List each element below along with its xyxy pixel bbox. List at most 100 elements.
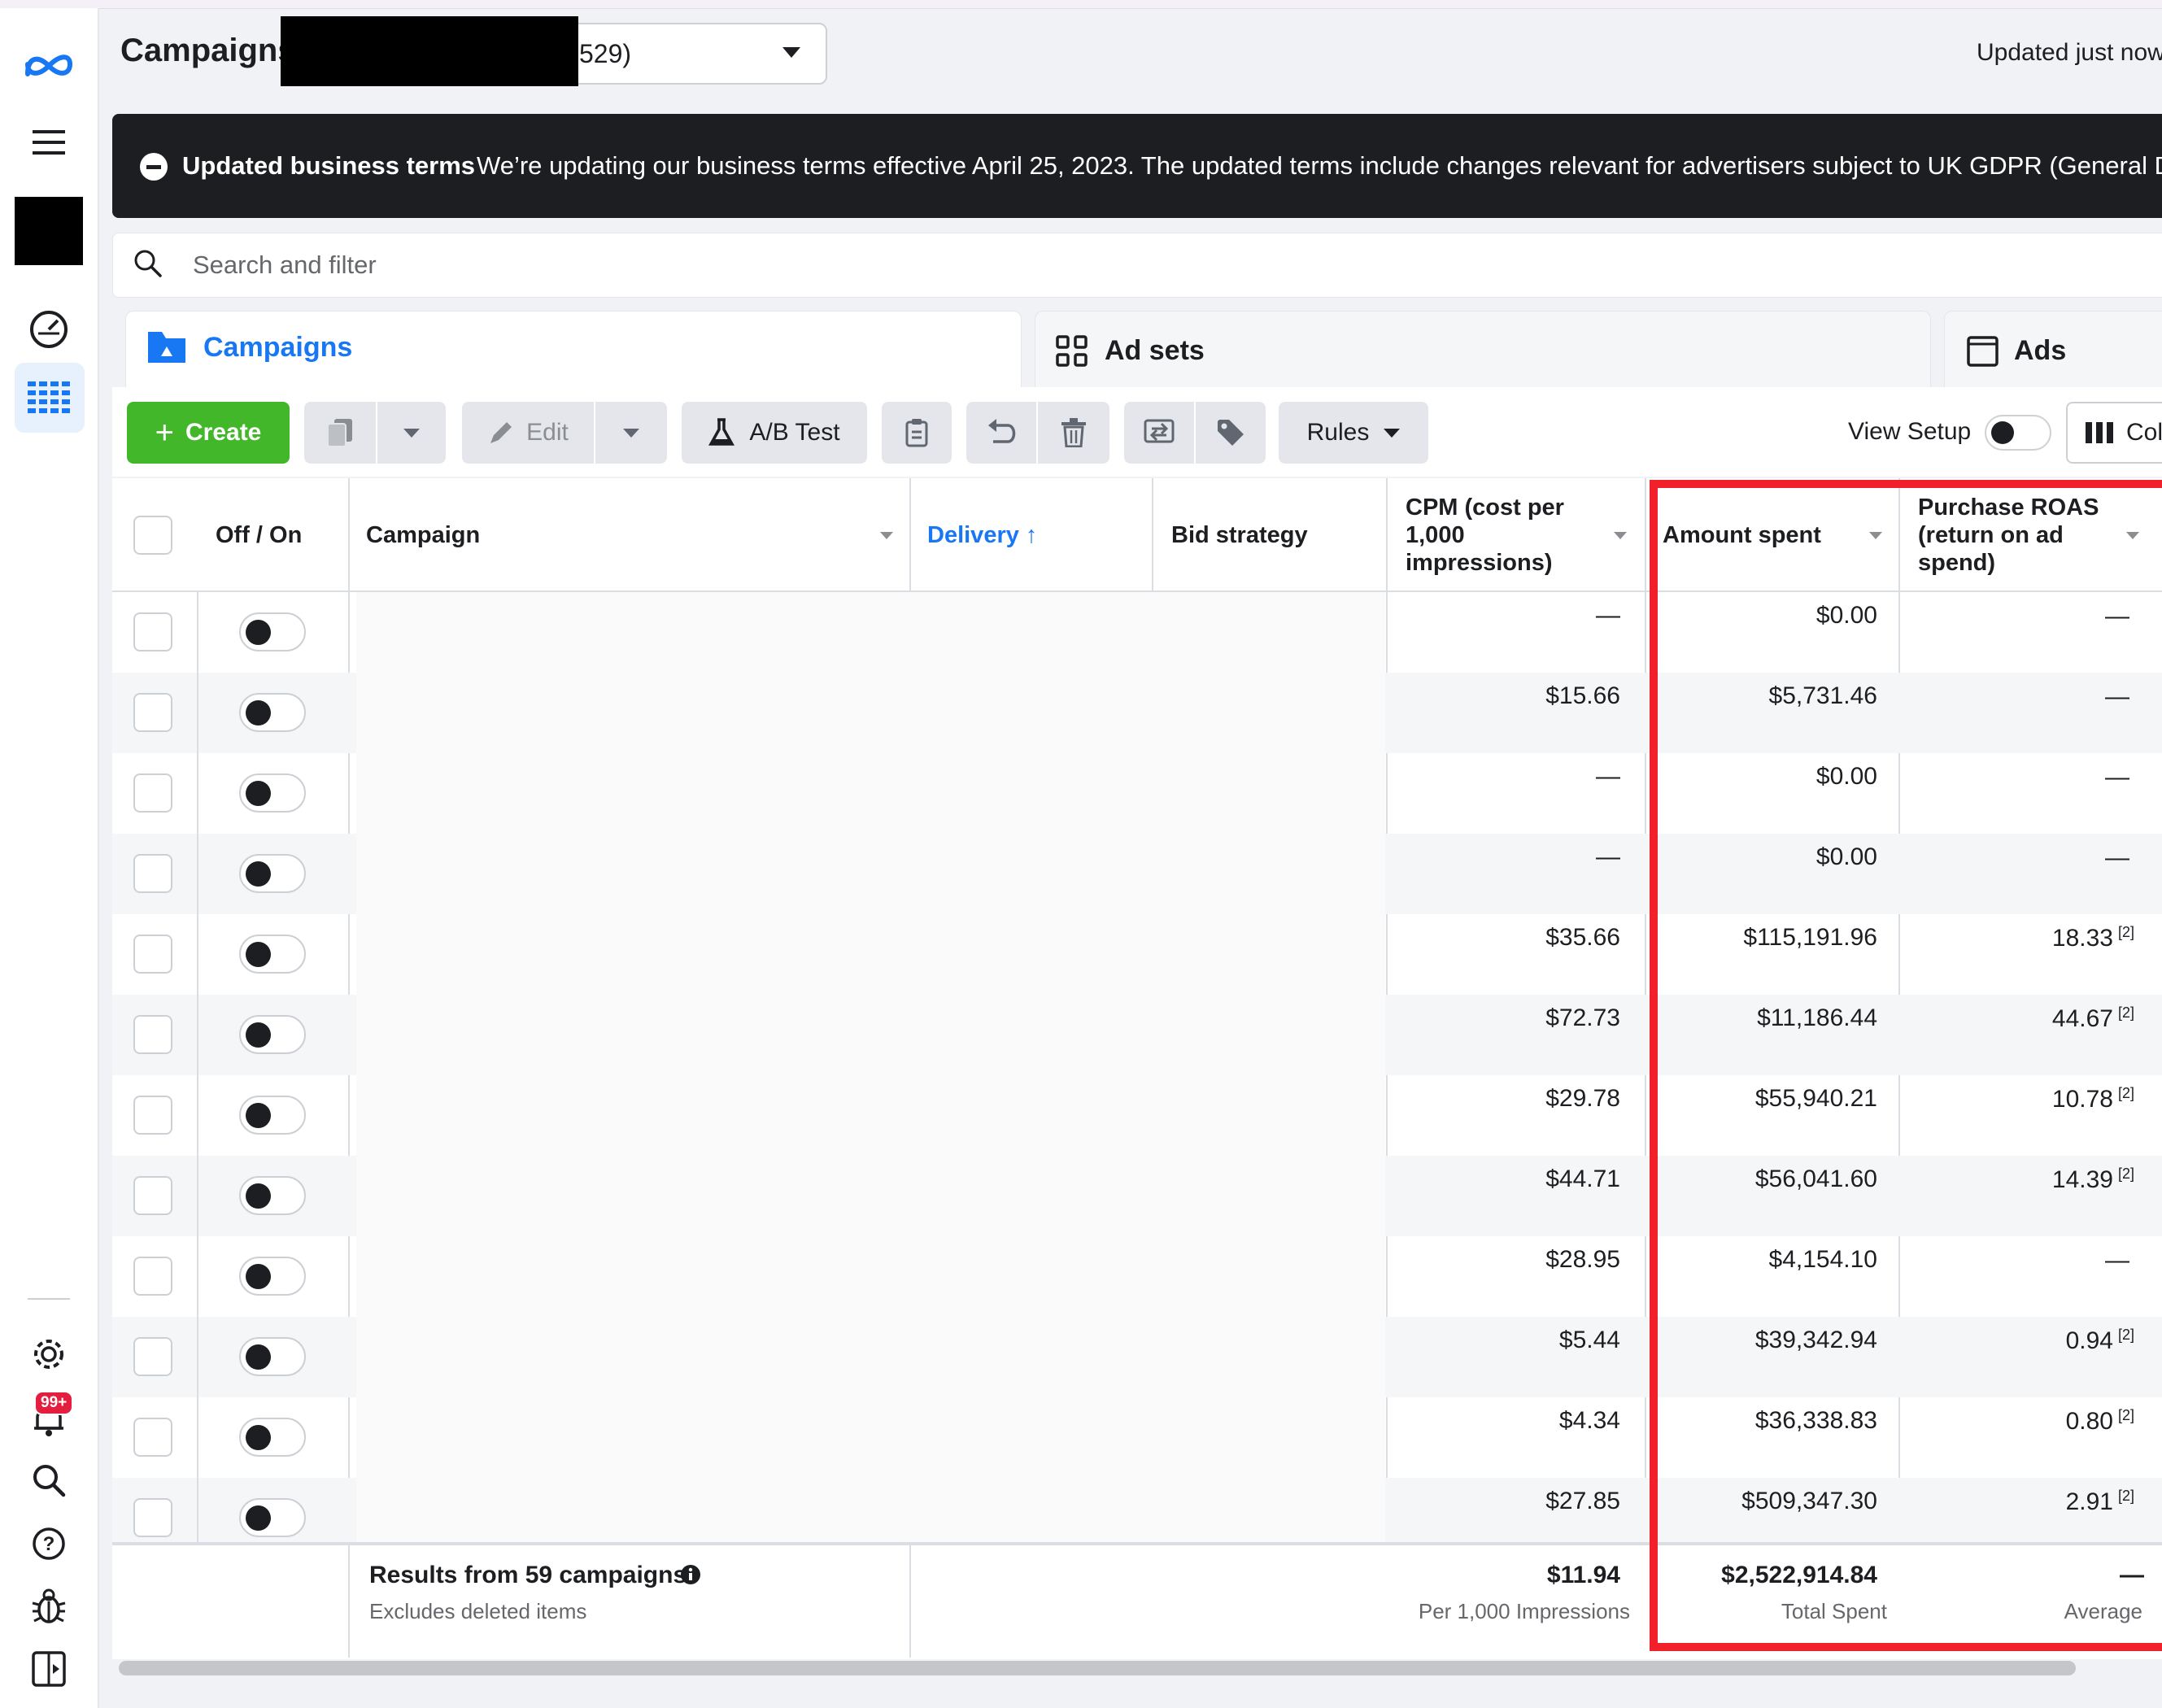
duplicate-dropdown-button[interactable] [377,402,446,464]
select-all-checkbox[interactable] [133,516,172,555]
undo-icon [988,419,1016,443]
settings-gear-icon[interactable] [0,1330,98,1379]
help-question-icon[interactable]: ? [0,1519,98,1568]
results-note: Excludes deleted items [369,1599,587,1623]
row-checkbox[interactable] [133,773,172,813]
column-divider [909,478,911,590]
nav-divider [28,1298,70,1300]
highlight-annotation-box [1650,480,2162,1651]
banner-message: We’re updating our business terms effect… [477,151,2162,180]
campaign-sort-caret-icon[interactable] [880,532,893,539]
campaign-toggle[interactable] [239,612,306,651]
edit-button-label: Edit [526,419,569,446]
meta-logo-icon[interactable] [0,41,98,89]
flask-icon [708,418,735,446]
cpm-cell: — [1596,763,1620,790]
side-panel-toggle-icon[interactable] [0,1645,98,1693]
cpm-cell: $4.34 [1558,1407,1620,1434]
columns-button[interactable]: Col [2066,402,2162,464]
tag-icon [1218,420,1244,446]
row-checkbox[interactable] [133,1498,172,1537]
campaign-toggle[interactable] [239,1015,306,1054]
cpm-cell: $27.85 [1545,1488,1620,1514]
campaign-toggle[interactable] [239,1337,306,1376]
campaign-toggle[interactable] [239,773,306,813]
row-checkbox[interactable] [133,1337,172,1376]
tab-campaigns-label: Campaigns [203,332,353,363]
column-divider [1152,478,1153,590]
undo-button[interactable] [966,402,1036,464]
compare-button[interactable] [1124,402,1194,464]
cpm-cell: $35.66 [1545,924,1620,951]
menu-icon[interactable] [0,118,98,167]
cpm-cell: $5.44 [1558,1327,1620,1353]
campaign-toggle[interactable] [239,1176,306,1215]
info-icon[interactable] [680,1564,701,1589]
account-dropdown-caret-icon[interactable] [782,47,800,58]
account-avatar[interactable] [15,197,83,265]
table-grid-icon[interactable] [0,376,98,420]
row-checkbox[interactable] [133,935,172,974]
campaign-toggle[interactable] [239,935,306,974]
campaign-toggle[interactable] [239,1498,306,1537]
row-checkbox[interactable] [133,693,172,732]
redacted-campaign-names [356,592,1385,1542]
top-strip [0,0,2162,9]
view-setup-toggle[interactable] [1985,415,2051,451]
bug-report-icon[interactable] [0,1582,98,1631]
ab-test-button-label: A/B Test [749,419,840,446]
cpm-total-label: Per 1,000 Impressions [1418,1599,1630,1623]
dashboard-gauge-icon[interactable] [0,301,98,358]
horizontal-scrollbar[interactable] [119,1661,2076,1675]
duplicate-button[interactable] [304,402,376,464]
row-checkbox[interactable] [133,1096,172,1135]
campaign-toggle[interactable] [239,1096,306,1135]
campaign-toggle[interactable] [239,693,306,732]
left-nav: 99+ ? [0,8,99,1708]
row-checkbox[interactable] [133,1257,172,1296]
cpm-cell: $28.95 [1545,1246,1620,1273]
cpm-cell: — [1596,602,1620,629]
window-icon [1967,335,1999,372]
search-filter-bar[interactable] [112,233,2162,298]
header-off-on[interactable]: Off / On [216,521,302,549]
edit-button[interactable]: Edit [462,402,594,464]
search-input-placeholder[interactable]: Search and filter [193,251,377,280]
columns-button-label: Col [2126,419,2162,446]
header-cpm-line1: CPM (cost per [1406,495,1564,521]
search-nav-icon[interactable] [0,1456,98,1505]
delete-button[interactable] [1038,402,1109,464]
header-campaign[interactable]: Campaign [366,521,480,549]
edit-dropdown-button[interactable] [595,402,667,464]
cpm-cell: $15.66 [1545,682,1620,709]
header-bid-strategy[interactable]: Bid strategy [1171,521,1308,549]
tag-button[interactable] [1196,402,1266,464]
campaign-toggle[interactable] [239,1418,306,1457]
row-checkbox[interactable] [133,1015,172,1054]
campaign-toggle[interactable] [239,1257,306,1296]
chevron-down-icon [403,428,420,438]
campaign-toggle[interactable] [239,854,306,893]
row-checkbox[interactable] [133,1176,172,1215]
header-delivery[interactable]: Delivery ↑ [927,521,1037,549]
create-button[interactable]: + Create [127,402,290,464]
pencil-icon [490,422,512,443]
row-checkbox[interactable] [133,612,172,651]
row-checkbox[interactable] [133,854,172,893]
cpm-cell: $72.73 [1545,1004,1620,1031]
trash-icon [1061,418,1086,447]
rules-dropdown-button[interactable]: Rules [1279,402,1428,464]
folder-icon [148,330,185,367]
cpm-sort-caret-icon[interactable] [1614,532,1627,539]
clipboard-button[interactable] [882,402,952,464]
header-cpm-line3: impressions) [1406,550,1553,576]
results-summary: Results from 59 campaigns [369,1562,687,1588]
page-title: Campaigns [120,33,296,68]
swap-arrows-icon [1144,419,1175,443]
grid-icon [1056,335,1088,372]
ab-test-button[interactable]: A/B Test [682,402,867,464]
svg-text:?: ? [43,1533,55,1555]
header-cpm[interactable]: CPM (cost per 1,000 impressions) [1406,494,1564,577]
tab-ads-label: Ads [2014,335,2067,366]
row-checkbox[interactable] [133,1418,172,1457]
